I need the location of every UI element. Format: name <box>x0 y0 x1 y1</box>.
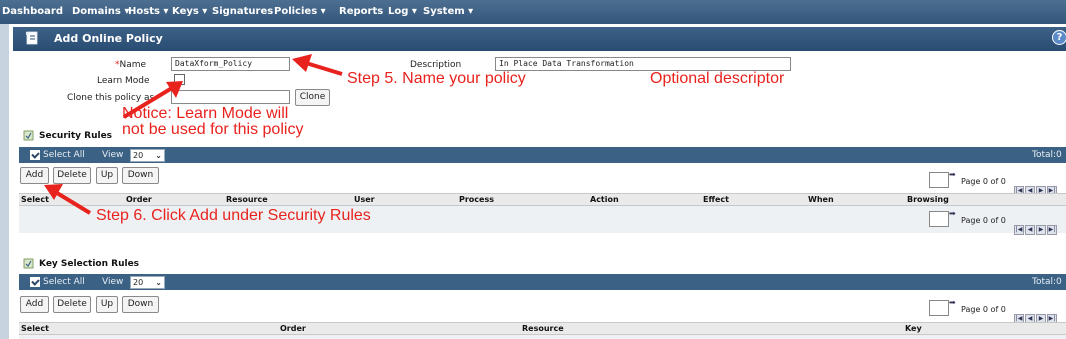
security-up-button[interactable]: Up <box>96 167 118 184</box>
go-arrow-icon[interactable]: ➡ <box>949 209 960 220</box>
step6-annotation: Step 6. Click Add under Security Rules <box>96 207 371 224</box>
security-rules-toolbar <box>19 147 1066 163</box>
left-margin-bar <box>0 24 9 339</box>
col-select[interactable]: Select <box>21 323 49 334</box>
col-browsing[interactable]: Browsing <box>907 194 949 205</box>
security-select-all-checkbox[interactable] <box>30 150 40 160</box>
rules-icon <box>23 258 34 269</box>
last-page-icon[interactable]: ▶| <box>1047 225 1057 235</box>
first-page-icon[interactable]: |◀ <box>1014 225 1024 235</box>
go-arrow-icon[interactable]: ➡ <box>949 298 960 309</box>
nav-signatures[interactable]: Signatures <box>212 6 273 17</box>
key-view-select[interactable]: 20 ⌄ <box>130 276 165 289</box>
security-page-info: Page 0 of 0 <box>961 177 1006 186</box>
nav-hosts[interactable]: Hosts ▾ <box>128 6 168 17</box>
key-view-label: View <box>102 277 124 287</box>
learn-mode-label: Learn Mode <box>97 76 150 86</box>
key-rules-toolbar <box>19 274 1066 290</box>
security-page-input[interactable] <box>929 172 949 188</box>
security-view-select[interactable]: 20 ⌄ <box>130 149 165 162</box>
col-action[interactable]: Action <box>590 194 619 205</box>
key-add-button[interactable]: Add <box>20 296 49 313</box>
go-arrow-icon[interactable]: ➡ <box>949 170 960 181</box>
key-down-button[interactable]: Down <box>122 296 159 313</box>
key-delete-button[interactable]: Delete <box>53 296 91 313</box>
col-key[interactable]: Key <box>905 323 922 334</box>
key-table-header: Select Order Resource Key <box>19 322 1066 335</box>
nav-keys[interactable]: Keys ▾ <box>172 6 207 17</box>
security-down-button[interactable]: Down <box>122 167 159 184</box>
clone-button[interactable]: Clone <box>295 89 330 106</box>
name-label: *Name <box>115 60 146 70</box>
chevron-down-icon: ⌄ <box>155 151 162 160</box>
nav-reports[interactable]: Reports <box>339 6 383 17</box>
description-label-text: Description <box>410 60 462 70</box>
col-select[interactable]: Select <box>21 194 49 205</box>
page-title-bar <box>13 27 1066 51</box>
key-page-input[interactable] <box>929 300 949 316</box>
security-delete-button[interactable]: Delete <box>53 167 91 184</box>
col-process[interactable]: Process <box>459 194 494 205</box>
name-label-text: Name <box>119 60 147 70</box>
step5-arrow <box>292 54 343 76</box>
rules-icon <box>23 130 34 141</box>
col-order[interactable]: Order <box>280 323 306 334</box>
page-title: Add Online Policy <box>54 32 163 45</box>
nav-policies[interactable]: Policies ▾ <box>274 6 326 17</box>
security-rules-title: Security Rules <box>39 131 113 141</box>
learn-mode-checkbox[interactable] <box>174 74 185 85</box>
chevron-down-icon: ⌄ <box>155 278 162 287</box>
security-table-header: Select Order Resource User Process Actio… <box>19 193 1066 206</box>
security-view-value: 20 <box>133 151 144 160</box>
clone-input[interactable] <box>171 90 290 104</box>
security-page-info-bottom: Page 0 of 0 <box>961 216 1006 225</box>
key-table-body <box>19 335 1066 339</box>
col-order[interactable]: Order <box>126 194 152 205</box>
key-select-all-label: Select All <box>43 277 85 287</box>
notice-annotation-line2: not be used for this policy <box>122 121 304 138</box>
security-add-button[interactable]: Add <box>20 167 49 184</box>
col-resource[interactable]: Resource <box>522 323 564 334</box>
col-resource[interactable]: Resource <box>226 194 268 205</box>
prev-page-icon[interactable]: ◀ <box>1025 225 1035 235</box>
col-user[interactable]: User <box>354 194 375 205</box>
security-pager-bottom: |◀ ◀ ▶ ▶| <box>1014 216 1058 235</box>
key-total: Total:0 <box>1032 277 1062 287</box>
optional-annotation: Optional descriptor <box>650 70 785 87</box>
nav-system[interactable]: System ▾ <box>423 6 473 17</box>
help-icon[interactable]: ? <box>1052 30 1066 45</box>
nav-dashboard[interactable]: Dashboard <box>2 6 63 17</box>
col-when[interactable]: When <box>808 194 834 205</box>
next-page-icon[interactable]: ▶ <box>1036 225 1046 235</box>
key-selection-rules-title: Key Selection Rules <box>39 259 140 269</box>
security-view-label: View <box>102 150 124 160</box>
name-input[interactable]: DataXform_Policy <box>171 57 290 71</box>
top-nav-bar: Dashboard Domains ▾ Hosts ▾ Keys ▾ Signa… <box>0 0 1066 24</box>
nav-domains[interactable]: Domains ▾ <box>72 6 129 17</box>
nav-log[interactable]: Log ▾ <box>388 6 417 17</box>
scroll-icon <box>26 31 38 45</box>
security-total: Total:0 <box>1032 150 1062 160</box>
clone-label: Clone this policy as <box>67 93 155 103</box>
key-pager: |◀ ◀ ▶ ▶| <box>1014 305 1058 324</box>
security-page-input-bottom[interactable] <box>929 211 949 227</box>
key-page-info: Page 0 of 0 <box>961 305 1006 314</box>
col-effect[interactable]: Effect <box>703 194 729 205</box>
key-view-value: 20 <box>133 278 144 287</box>
security-select-all-label: Select All <box>43 150 85 160</box>
key-up-button[interactable]: Up <box>96 296 118 313</box>
description-input[interactable]: In Place Data Transformation <box>495 57 791 71</box>
key-select-all-checkbox[interactable] <box>30 277 40 287</box>
security-pager: |◀ ◀ ▶ ▶| <box>1014 177 1058 196</box>
step5-annotation: Step 5. Name your policy <box>347 70 526 87</box>
